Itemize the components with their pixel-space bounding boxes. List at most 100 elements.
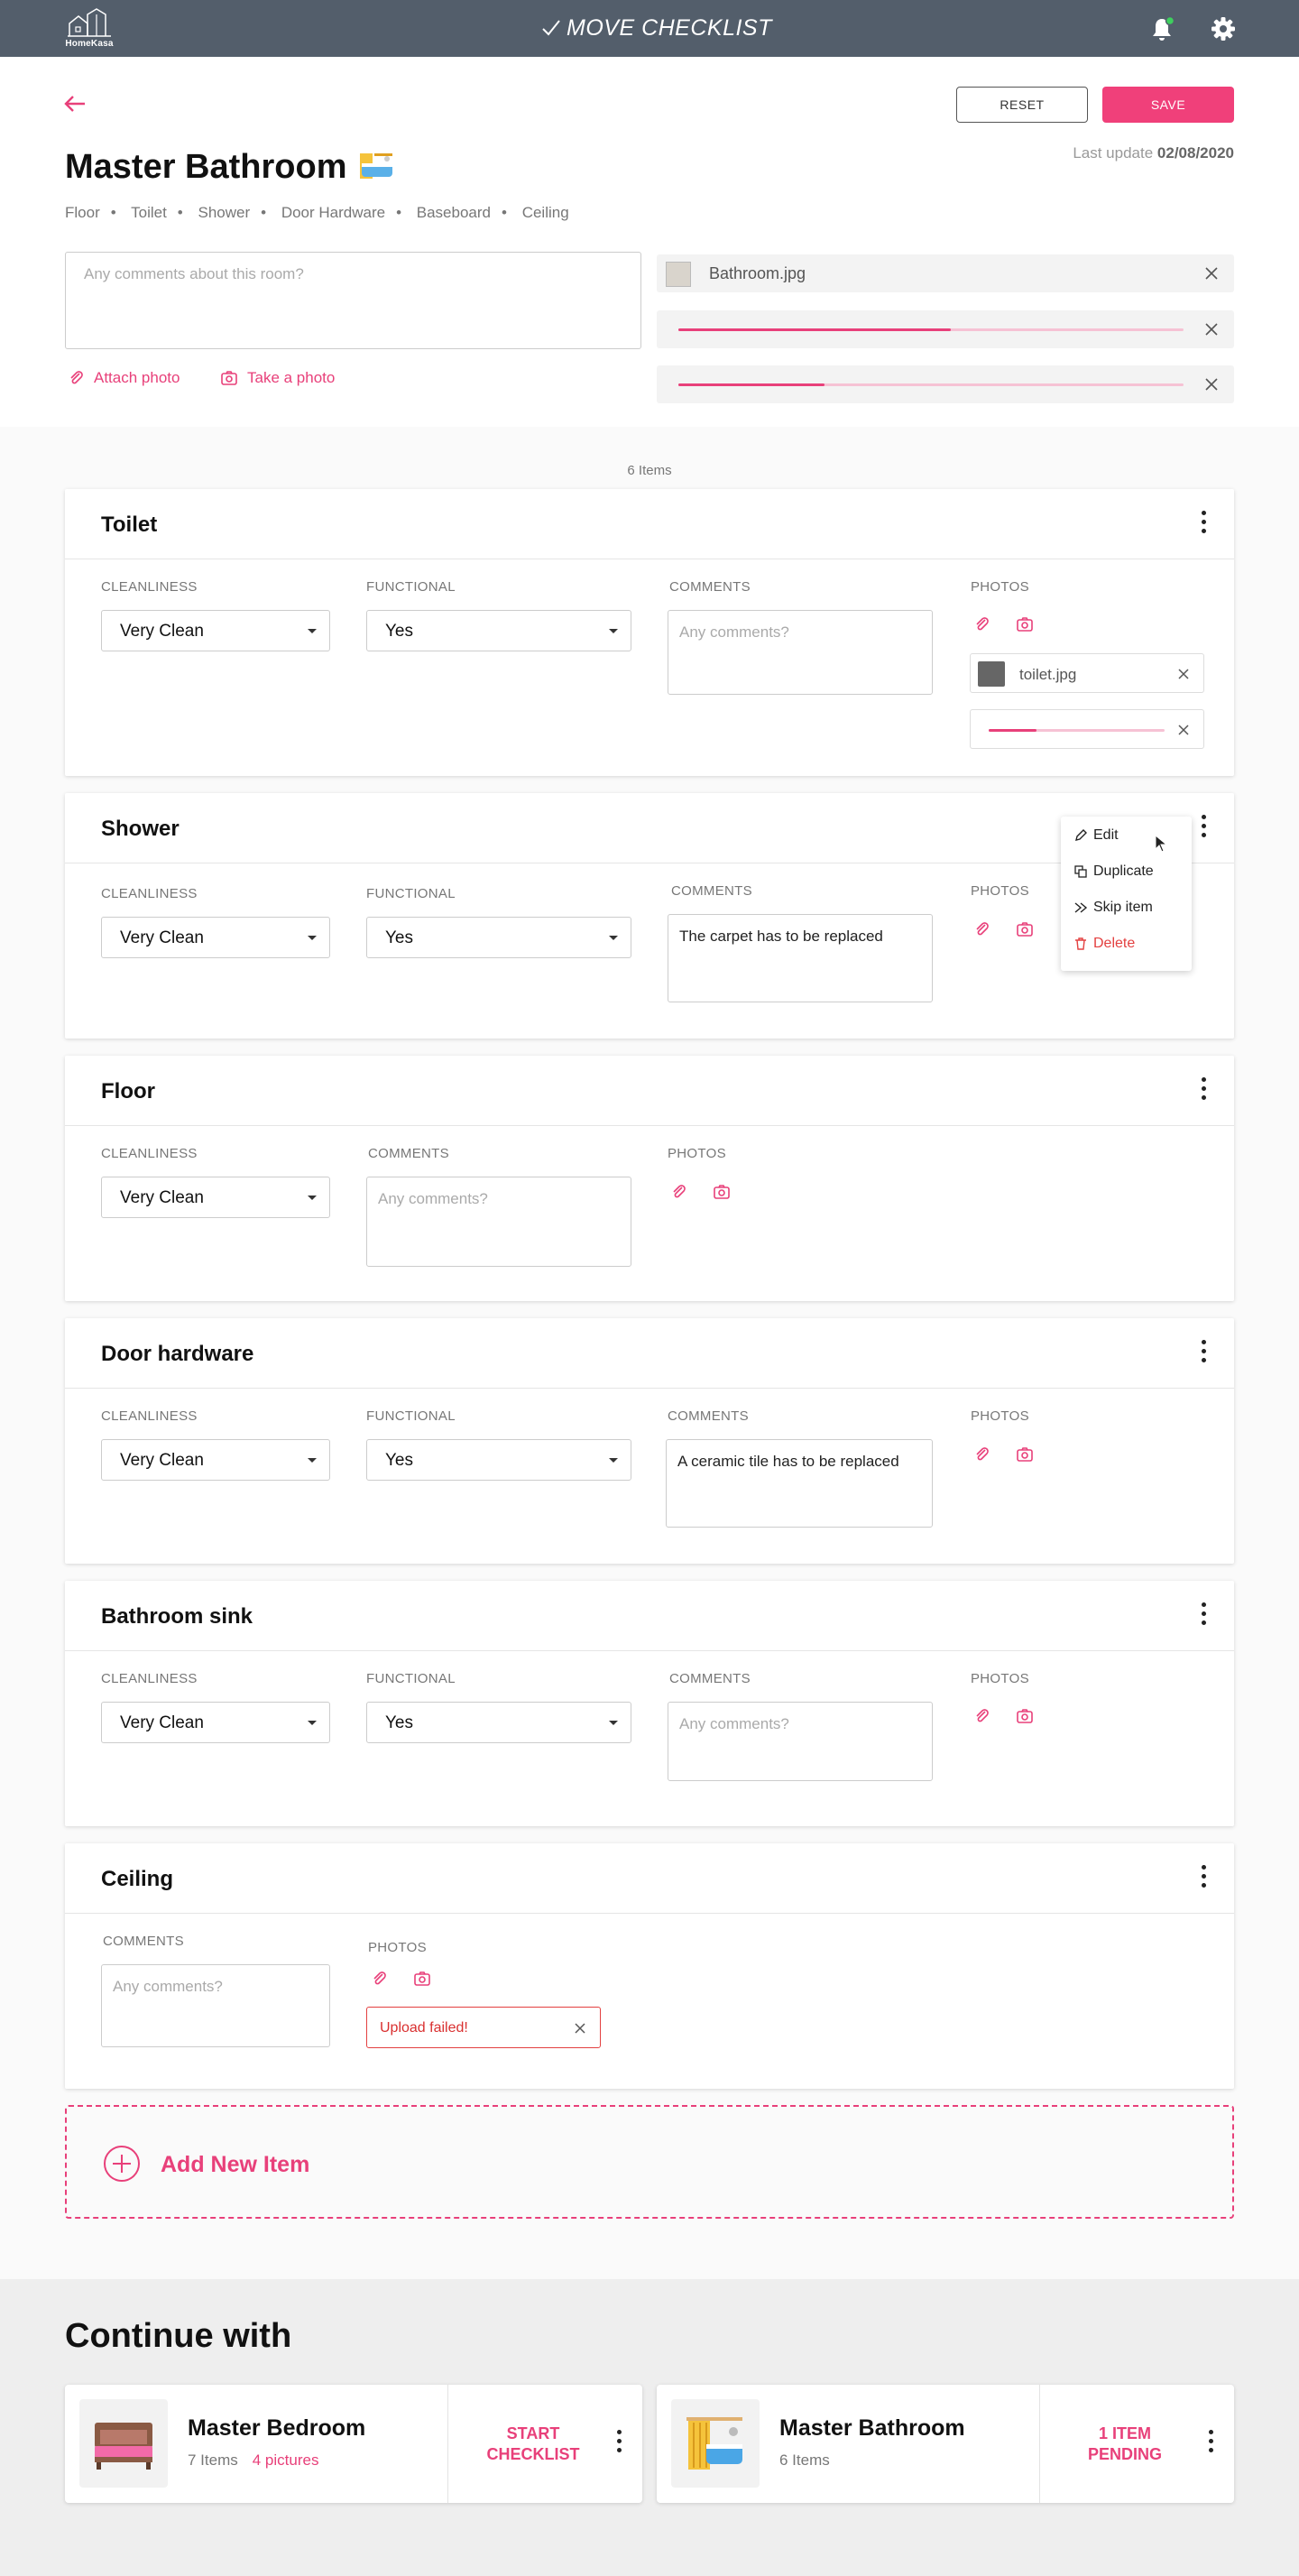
- attach-photo-button[interactable]: Attach photo: [69, 369, 180, 387]
- last-update-label: Last update: [1073, 144, 1154, 162]
- paperclip-icon: [673, 1185, 686, 1198]
- menu-item-skip[interactable]: Skip item: [1073, 900, 1153, 916]
- breadcrumb-item[interactable]: Ceiling: [522, 204, 569, 221]
- upload-progress-bar: [678, 328, 1184, 331]
- breadcrumb-item[interactable]: Floor: [65, 204, 100, 221]
- more-vertical-icon: [1201, 815, 1206, 819]
- item-menu-button[interactable]: [1200, 511, 1207, 538]
- breadcrumb-item[interactable]: Baseboard: [417, 204, 491, 221]
- breadcrumb-item[interactable]: Door Hardware: [281, 204, 385, 221]
- logo-text: HomeKasa: [65, 39, 114, 49]
- take-photo-button[interactable]: [1015, 614, 1035, 634]
- take-photo-button[interactable]: [712, 1182, 732, 1202]
- take-photo-button[interactable]: [1015, 919, 1035, 939]
- close-icon[interactable]: [1203, 321, 1220, 337]
- item-menu-button[interactable]: [1200, 1340, 1207, 1367]
- room-meta: 6 Items: [779, 2451, 830, 2470]
- comment-input[interactable]: Any comments?: [668, 1702, 933, 1781]
- more-vertical-icon: [1201, 1340, 1206, 1344]
- close-icon[interactable]: [573, 2021, 587, 2036]
- breadcrumb-item[interactable]: Shower: [198, 204, 250, 221]
- item-title: Floor: [101, 1079, 155, 1103]
- functional-select[interactable]: Yes: [366, 1702, 631, 1743]
- caret-down-icon: [308, 629, 317, 633]
- caret-down-icon: [609, 629, 618, 633]
- photos-label: PHOTOS: [971, 1671, 1029, 1686]
- comment-input[interactable]: A ceramic tile has to be replaced: [666, 1439, 933, 1528]
- back-button[interactable]: [63, 94, 87, 118]
- mouse-cursor-icon: [1155, 835, 1167, 853]
- item-title: Bathroom sink: [101, 1604, 253, 1629]
- more-vertical-icon: [1201, 1602, 1206, 1607]
- breadcrumb-item[interactable]: Toilet: [131, 204, 167, 221]
- close-icon[interactable]: [1203, 265, 1220, 282]
- photos-label: PHOTOS: [971, 579, 1029, 595]
- card-header: Toilet: [65, 489, 1234, 559]
- attach-photo-button[interactable]: [972, 919, 992, 939]
- reset-button[interactable]: RESET: [956, 87, 1088, 123]
- cleanliness-label: CLEANLINESS: [101, 886, 198, 901]
- close-icon[interactable]: [1176, 667, 1191, 681]
- caret-down-icon: [308, 1196, 317, 1200]
- add-new-item-button[interactable]: Add New Item: [65, 2105, 1234, 2219]
- comment-input[interactable]: The carpet has to be replaced: [668, 914, 933, 1002]
- take-photo-button[interactable]: [1015, 1445, 1035, 1464]
- item-title: Door hardware: [101, 1342, 254, 1366]
- comment-input[interactable]: Any comments?: [668, 610, 933, 695]
- camera-icon: [714, 1185, 730, 1199]
- cleanliness-select[interactable]: Very Clean: [101, 1702, 330, 1743]
- menu-item-label: Duplicate: [1093, 863, 1154, 879]
- close-icon[interactable]: [1203, 376, 1220, 392]
- room-item-count: 6 Items: [779, 2451, 830, 2469]
- comment-input[interactable]: Any comments?: [101, 1964, 330, 2047]
- bed-icon: [95, 2423, 152, 2470]
- cleanliness-select[interactable]: Very Clean: [101, 917, 330, 958]
- pending-items-button[interactable]: 1 ITEM PENDING: [1043, 2385, 1207, 2503]
- room-comment-input[interactable]: Any comments about this room?: [65, 252, 641, 349]
- select-value: Very Clean: [120, 1188, 204, 1207]
- start-checklist-button[interactable]: START CHECKLIST: [451, 2385, 615, 2503]
- functional-select[interactable]: Yes: [366, 1439, 631, 1481]
- take-photo-button[interactable]: [1015, 1706, 1035, 1726]
- cleanliness-select[interactable]: Very Clean: [101, 1177, 330, 1218]
- photos-label: PHOTOS: [971, 1408, 1029, 1424]
- item-menu-button[interactable]: [1200, 1077, 1207, 1104]
- comments-label: COMMENTS: [368, 1146, 449, 1161]
- item-menu-button[interactable]: [1200, 815, 1207, 842]
- save-button[interactable]: SAVE: [1102, 87, 1234, 123]
- cleanliness-select[interactable]: Very Clean: [101, 1439, 330, 1481]
- menu-item-edit[interactable]: Edit: [1073, 827, 1119, 844]
- notification-bell[interactable]: [1149, 15, 1176, 47]
- attach-photo-button[interactable]: [972, 614, 992, 634]
- top-bar: HomeKasa MOVE CHECKLIST: [0, 0, 1299, 57]
- attach-photo-button[interactable]: [972, 1706, 992, 1726]
- next-room-card[interactable]: Master Bedroom 7 Items 4 pictures START C…: [65, 2385, 642, 2503]
- menu-item-duplicate[interactable]: Duplicate: [1073, 863, 1154, 880]
- attach-photo-button[interactable]: [669, 1182, 689, 1202]
- card-menu-button[interactable]: [1207, 2430, 1214, 2457]
- app-logo[interactable]: HomeKasa: [61, 7, 117, 51]
- more-vertical-icon: [1201, 511, 1206, 515]
- card-menu-button[interactable]: [615, 2430, 622, 2457]
- item-menu-button[interactable]: [1200, 1865, 1207, 1892]
- app-title-text: MOVE CHECKLIST: [567, 15, 772, 41]
- next-room-card[interactable]: Master Bathroom 6 Items 1 ITEM PENDING: [657, 2385, 1234, 2503]
- page-title: Master Bathroom: [65, 148, 396, 187]
- item-menu-button[interactable]: [1200, 1602, 1207, 1630]
- take-photo-button[interactable]: [412, 1969, 432, 1989]
- cleanliness-select[interactable]: Very Clean: [101, 610, 330, 651]
- attach-photo-button[interactable]: [370, 1969, 390, 1989]
- checklist-item-card: Floor CLEANLINESS Very Clean COMMENTS An…: [65, 1056, 1234, 1301]
- card-header: Floor: [65, 1056, 1234, 1126]
- settings-button[interactable]: [1210, 15, 1237, 47]
- card-header: Bathroom sink: [65, 1581, 1234, 1651]
- take-photo-button[interactable]: Take a photo: [220, 369, 335, 387]
- functional-select[interactable]: Yes: [366, 610, 631, 651]
- menu-item-delete[interactable]: Delete: [1073, 936, 1135, 952]
- comment-input[interactable]: Any comments?: [366, 1177, 631, 1267]
- item-title: Shower: [101, 817, 180, 841]
- caret-down-icon: [308, 936, 317, 940]
- attach-photo-button[interactable]: [972, 1445, 992, 1464]
- functional-select[interactable]: Yes: [366, 917, 631, 958]
- close-icon[interactable]: [1176, 723, 1191, 737]
